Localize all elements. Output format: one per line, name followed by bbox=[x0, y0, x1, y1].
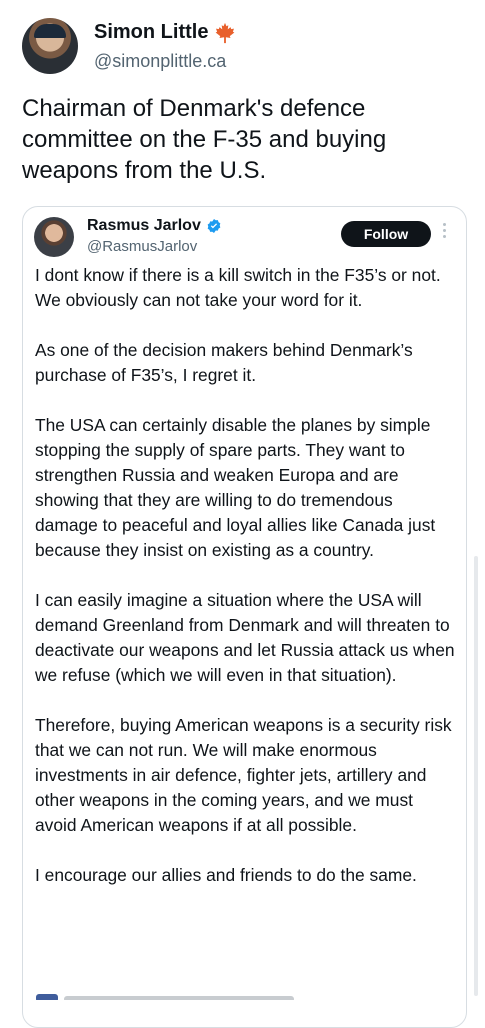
tweet-paragraph: I dont know if there is a kill switch in… bbox=[35, 265, 441, 310]
quoted-author-row: Rasmus Jarlov bbox=[87, 217, 222, 235]
author-name[interactable]: Simon Little bbox=[94, 21, 208, 44]
tweet-paragraph: The USA can certainly disable the planes… bbox=[35, 415, 436, 560]
quoted-tweet-card[interactable]: Rasmus Jarlov @RasmusJarlov Follow I don… bbox=[22, 206, 467, 1028]
avatar[interactable] bbox=[22, 18, 78, 74]
scrollbar[interactable] bbox=[474, 556, 478, 996]
tweet-paragraph: As one of the decision makers behind Den… bbox=[35, 340, 413, 385]
follow-button[interactable]: Follow bbox=[341, 221, 431, 247]
preview-text-placeholder bbox=[64, 996, 294, 1000]
tweet-paragraph: I encourage our allies and friends to do… bbox=[35, 865, 417, 885]
outer-tweet-header: Simon Little @simonplittle.ca bbox=[22, 18, 462, 78]
next-embed-preview[interactable] bbox=[36, 990, 446, 1000]
tweet-paragraph: Therefore, buying American weapons is a … bbox=[35, 715, 452, 835]
quoted-avatar[interactable] bbox=[34, 217, 74, 257]
preview-thumbnail bbox=[36, 994, 58, 1000]
quoted-author-name[interactable]: Rasmus Jarlov bbox=[87, 217, 201, 235]
verified-badge-icon bbox=[207, 219, 221, 233]
quoted-tweet-body: I dont know if there is a kill switch in… bbox=[35, 263, 455, 913]
more-options-icon[interactable] bbox=[441, 223, 447, 243]
tweet-paragraph: I can easily imagine a situation where t… bbox=[35, 590, 455, 685]
author-handle[interactable]: @simonplittle.ca bbox=[94, 51, 226, 72]
quoted-author-handle[interactable]: @RasmusJarlov bbox=[87, 238, 197, 255]
author-row: Simon Little bbox=[94, 21, 236, 44]
tweet-text: Chairman of Denmark's defence committee … bbox=[22, 95, 387, 184]
maple-leaf-icon bbox=[216, 22, 235, 43]
